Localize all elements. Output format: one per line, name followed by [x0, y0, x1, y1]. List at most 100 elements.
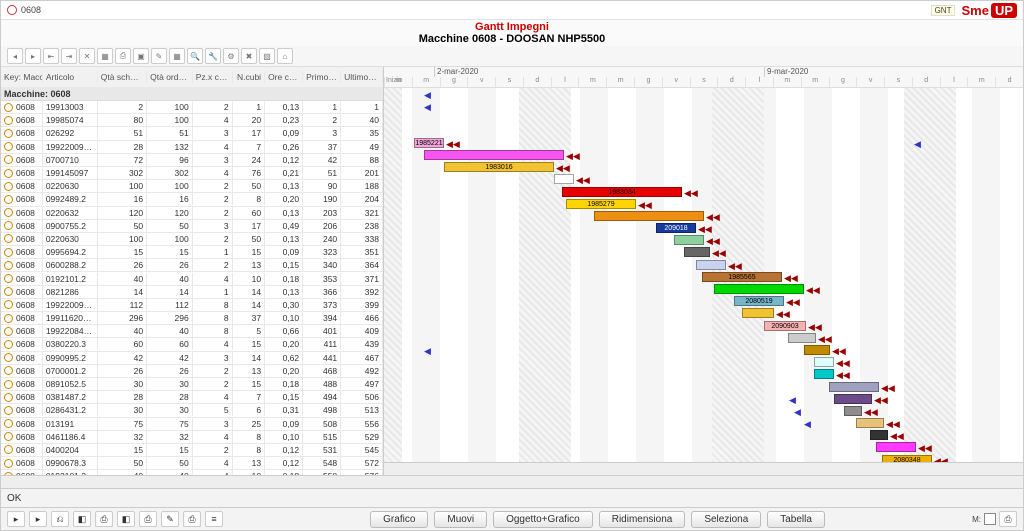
footer-icon-4[interactable]: ⎙	[95, 511, 113, 527]
gantt-bar[interactable]	[554, 174, 574, 184]
gantt-row[interactable]: 1985565◀◀	[384, 271, 1023, 283]
gnt-badge[interactable]: GNT	[931, 5, 956, 16]
table-row[interactable]: 0608 0900755.2 50 50 3 17 0,49 206 238	[1, 220, 383, 233]
table-row[interactable]: 0608 0380220.3 60 60 4 15 0,20 411 439	[1, 338, 383, 351]
table-row[interactable]: 0608 0600288.2 26 26 2 13 0,15 340 364	[1, 259, 383, 272]
col-articolo[interactable]: Articolo	[43, 71, 98, 83]
footer-icon-9[interactable]: ≡	[205, 511, 223, 527]
gantt-bar[interactable]	[674, 235, 704, 245]
gantt-row[interactable]: ◀◀	[384, 246, 1023, 258]
gantt-row[interactable]: ◀◀	[384, 381, 1023, 393]
table-row[interactable]: 0608 0220630 100 100 2 50 0,13 240 338	[1, 233, 383, 246]
table-row[interactable]: 0608 0461186.4 32 32 4 8 0,10 515 529	[1, 431, 383, 444]
table-row[interactable]: 0608 0700001.2 26 26 2 13 0,20 468 492	[1, 365, 383, 378]
footer-icon-7[interactable]: ✎	[161, 511, 179, 527]
footer-button[interactable]: Grafico	[370, 511, 428, 528]
gantt-row[interactable]: 1983016◀◀	[384, 161, 1023, 173]
gantt-bar[interactable]	[814, 369, 834, 379]
gantt-bar[interactable]: 1985279	[566, 199, 636, 209]
table-row[interactable]: 0608 0400204 15 15 2 8 0,12 531 545	[1, 444, 383, 457]
toolbar-icon-5[interactable]: ▦	[97, 48, 113, 64]
gantt-row[interactable]: ◀◀	[384, 332, 1023, 344]
gantt-bar[interactable]: 1983034	[562, 187, 682, 197]
gantt-row[interactable]: ◀◀	[384, 307, 1023, 319]
table-row[interactable]: 0608 19913003 2 100 2 1 0,13 1 1	[1, 101, 383, 114]
gantt-bar[interactable]	[788, 333, 816, 343]
gantt-bar[interactable]: 1983016	[444, 162, 554, 172]
toolbar-icon-13[interactable]: ✖	[241, 48, 257, 64]
footer-button[interactable]: Seleziona	[691, 511, 761, 528]
toolbar-icon-10[interactable]: 🔍	[187, 48, 203, 64]
gantt-bar[interactable]	[856, 418, 884, 428]
col-pz-cubo[interactable]: Pz.x cubo	[193, 71, 233, 83]
gantt-row[interactable]: 2080519◀◀	[384, 295, 1023, 307]
gantt-bar[interactable]	[696, 260, 726, 270]
footer-icon-3[interactable]: ◧	[73, 511, 91, 527]
table-row[interactable]: 0608 0891052.5 30 30 2 15 0,18 488 497	[1, 378, 383, 391]
table-row[interactable]: 0608 199116203.2 296 296 8 37 0,10 394 4…	[1, 312, 383, 325]
table-row[interactable]: 0608 0220632 120 120 2 60 0,13 203 321	[1, 207, 383, 220]
gantt-bar[interactable]: 2080348	[882, 455, 932, 462]
table-row[interactable]: 0608 013191 75 75 3 25 0,09 508 556	[1, 418, 383, 431]
toolbar-icon-11[interactable]: 🔧	[205, 48, 221, 64]
table-row[interactable]: 0608 026292 51 51 3 17 0,09 3 35	[1, 127, 383, 140]
gantt-row[interactable]: ◀◀	[384, 259, 1023, 271]
toolbar-icon-8[interactable]: ✎	[151, 48, 167, 64]
gantt-row[interactable]: ◀	[384, 100, 1023, 112]
gantt-row[interactable]: 209018◀◀	[384, 222, 1023, 234]
gantt-bar[interactable]	[804, 345, 830, 355]
grid-h-scrollbar[interactable]	[1, 475, 1023, 488]
footer-icon-1[interactable]: ▸	[29, 511, 47, 527]
table-row[interactable]: 0608 199145097 302 302 4 76 0,21 51 201	[1, 167, 383, 180]
footer-button[interactable]: Oggetto+Grafico	[493, 511, 593, 528]
footer-icon-2[interactable]: ⎌	[51, 511, 69, 527]
gantt-row[interactable]: ◀◀◀	[384, 344, 1023, 356]
gantt-row[interactable]: 2090903◀◀	[384, 320, 1023, 332]
gantt-row[interactable]: ◀◀	[384, 210, 1023, 222]
gantt-row[interactable]: ◀◀	[384, 441, 1023, 453]
table-row[interactable]: 0608 0992489.2 16 16 2 8 0,20 190 204	[1, 193, 383, 206]
table-row[interactable]: 0608 0192101.2 40 40 4 10 0,18 353 371	[1, 272, 383, 285]
gantt-row[interactable]: 2080348◀◀	[384, 454, 1023, 462]
gantt-row[interactable]: ◀◀	[384, 356, 1023, 368]
gantt-body[interactable]: ◀◀1985221◀◀◀◀◀1983016◀◀◀◀1983034◀◀198527…	[384, 88, 1023, 462]
table-row[interactable]: 0608 199220842.2 40 40 8 5 0,66 401 409	[1, 325, 383, 338]
gantt-row[interactable]: ◀◀	[384, 368, 1023, 380]
toolbar-icon-1[interactable]: ▸	[25, 48, 41, 64]
toolbar-icon-3[interactable]: ⇥	[61, 48, 77, 64]
gantt-row[interactable]: 1983034◀◀	[384, 186, 1023, 198]
gantt-bar[interactable]: 2090903	[764, 321, 806, 331]
gantt-row[interactable]: 1985279◀◀	[384, 198, 1023, 210]
table-row[interactable]: 0608 0995694.2 15 15 1 15 0,09 323 351	[1, 246, 383, 259]
col-ultimo[interactable]: Ultimo cubo	[341, 71, 383, 83]
gantt-bar[interactable]	[844, 406, 862, 416]
toolbar-icon-4[interactable]: ✕	[79, 48, 95, 64]
table-row[interactable]: 0608 199220093.3 28 132 4 7 0,26 37 49	[1, 141, 383, 154]
gantt-row[interactable]: ◀◀	[384, 149, 1023, 161]
footer-icon-0[interactable]: ▸	[7, 511, 25, 527]
col-primo[interactable]: Primo cubo	[303, 71, 341, 83]
gantt-row[interactable]: ◀◀	[384, 234, 1023, 246]
ok-label[interactable]: OK	[7, 493, 47, 504]
footer-button[interactable]: Muovi	[434, 511, 487, 528]
gantt-row[interactable]: 1985221◀◀◀	[384, 137, 1023, 149]
gantt-row[interactable]: ◀◀	[384, 283, 1023, 295]
gantt-row[interactable]: ◀◀	[384, 429, 1023, 441]
table-row[interactable]: 0608 0381487.2 28 28 4 7 0,15 494 506	[1, 391, 383, 404]
footer-print-icon[interactable]: ⎙	[999, 511, 1017, 527]
gantt-bar[interactable]	[834, 394, 872, 404]
table-row[interactable]: 0608 199220093.2 112 112 8 14 0,30 373 3…	[1, 299, 383, 312]
footer-icon-8[interactable]: ⎙	[183, 511, 201, 527]
gantt-bar[interactable]	[870, 430, 888, 440]
gantt-bar[interactable]	[714, 284, 804, 294]
col-qta-sched[interactable]: Qtà schedulata	[98, 71, 147, 83]
table-row[interactable]: 0608 19985074 80 100 4 20 0,23 2 40	[1, 114, 383, 127]
col-key[interactable]: Key: Macchine	[1, 71, 43, 83]
gantt-bar[interactable]	[742, 308, 774, 318]
m-checkbox[interactable]	[984, 513, 996, 525]
gantt-bar[interactable]	[594, 211, 704, 221]
gantt-bar[interactable]: 1985221	[414, 138, 444, 148]
gantt-bar[interactable]	[829, 382, 879, 392]
toolbar-icon-12[interactable]: ⚙	[223, 48, 239, 64]
toolbar-icon-14[interactable]: ▧	[259, 48, 275, 64]
